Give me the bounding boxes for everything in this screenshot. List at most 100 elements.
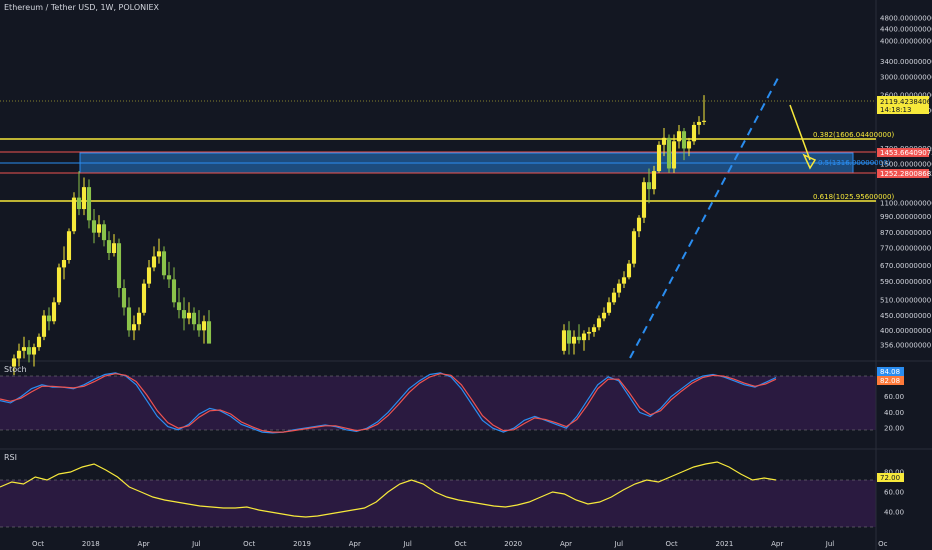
candle-body bbox=[676, 131, 682, 142]
chart-canvas[interactable]: 0.382(1606.04400000) 0.5(1316.00000000) … bbox=[0, 0, 932, 550]
candle-body bbox=[621, 277, 627, 284]
candle-body bbox=[691, 124, 697, 142]
candle-body bbox=[571, 336, 577, 344]
candle-body bbox=[96, 224, 102, 233]
time-tick-12: Oct bbox=[666, 540, 678, 548]
chart-title: Ethereum / Tether USD, 1W, POLONIEX bbox=[4, 3, 160, 12]
time-tick-6: Apr bbox=[349, 540, 361, 548]
candle-body bbox=[131, 324, 137, 331]
time-tick-3: Jul bbox=[191, 540, 201, 548]
price-tick-1: 4400.00000000 bbox=[880, 25, 932, 33]
price-tick-9: 1100.00000000 bbox=[880, 200, 932, 208]
price-tick-11: 870.00000000 bbox=[880, 229, 931, 237]
price-tick-4: 3000.00000000 bbox=[880, 74, 932, 82]
candle-body bbox=[21, 347, 27, 351]
candle-body bbox=[106, 240, 112, 254]
price-pane[interactable] bbox=[0, 0, 876, 360]
candle-body bbox=[66, 231, 72, 261]
price-axis[interactable]: 4800.00000000 4400.00000000 4000.00000000 3… bbox=[880, 15, 932, 350]
stoch-axis: 60.00 40.00 20.00 bbox=[884, 393, 904, 433]
level-badge-2-text: 1252.28008682 bbox=[880, 170, 932, 178]
price-tick-16: 450.00000000 bbox=[880, 312, 931, 320]
price-tick-17: 400.00000000 bbox=[880, 327, 931, 335]
rsi-pane-fill bbox=[0, 480, 876, 527]
stoch-tick-0: 60.00 bbox=[884, 393, 904, 401]
candle-body bbox=[591, 327, 597, 332]
candle-body bbox=[656, 144, 662, 172]
time-tick-1: 2018 bbox=[82, 540, 100, 548]
time-axis[interactable]: Oct 2018 Apr Jul Oct 2019 Apr Jul Oct 2020 Apr Jul O… bbox=[32, 540, 888, 548]
time-tick-13: 2021 bbox=[715, 540, 733, 548]
candle-body bbox=[56, 267, 62, 303]
candle-body bbox=[636, 217, 642, 232]
time-tick-8: Oct bbox=[454, 540, 466, 548]
time-tick-2: Apr bbox=[138, 540, 150, 548]
time-tick-10: Apr bbox=[560, 540, 572, 548]
candle-body bbox=[91, 220, 97, 233]
candle-body bbox=[141, 283, 147, 313]
candle-body bbox=[76, 197, 82, 210]
bar-countdown: 14:18:13 bbox=[880, 106, 911, 114]
candle-body bbox=[71, 197, 77, 232]
candle-body bbox=[156, 251, 162, 257]
candle-body bbox=[166, 275, 172, 280]
candle-body bbox=[176, 302, 182, 311]
last-price-value: 2119.42384065 bbox=[880, 98, 932, 106]
candle-body bbox=[151, 256, 157, 268]
stoch-pane-fill bbox=[0, 376, 876, 430]
candle-body bbox=[681, 131, 687, 149]
candle-body bbox=[186, 312, 192, 319]
candle-body bbox=[61, 260, 67, 268]
stoch-d-value: 82.08 bbox=[880, 377, 900, 385]
candle-body bbox=[701, 120, 707, 122]
candle-body bbox=[196, 324, 202, 331]
candle-body bbox=[81, 187, 87, 210]
candle-body bbox=[561, 330, 567, 351]
price-tick-2: 4000.00000000 bbox=[880, 37, 932, 45]
price-tick-18: 356.00000000 bbox=[880, 342, 931, 350]
candle-body bbox=[631, 231, 637, 264]
candle-body bbox=[661, 137, 667, 145]
candle-body bbox=[671, 141, 677, 169]
level-badge-1-text: 1453.66409072 bbox=[880, 149, 932, 157]
candle-body bbox=[31, 347, 37, 355]
candle-body bbox=[111, 243, 117, 254]
candle-body bbox=[51, 302, 57, 322]
time-tick-5: 2019 bbox=[293, 540, 311, 548]
rsi-value: 72.00 bbox=[880, 474, 900, 482]
candle-body bbox=[46, 315, 52, 322]
rsi-tick-2: 40.00 bbox=[884, 509, 904, 517]
candle-body bbox=[191, 312, 197, 325]
time-tick-15: Jul bbox=[825, 540, 835, 548]
candle-body bbox=[651, 171, 657, 190]
time-tick-9: 2020 bbox=[504, 540, 522, 548]
candle-body bbox=[696, 121, 702, 125]
candle-body bbox=[641, 182, 647, 218]
candle-body bbox=[101, 224, 107, 241]
price-tick-3: 3400.00000000 bbox=[880, 58, 932, 66]
candle-body bbox=[86, 187, 92, 221]
candle-body bbox=[586, 331, 592, 334]
candle-body bbox=[601, 312, 607, 319]
candle-body bbox=[126, 307, 132, 331]
candle-body bbox=[161, 251, 167, 276]
candle-body bbox=[566, 330, 572, 344]
candle-body bbox=[181, 310, 187, 319]
candle-body bbox=[596, 318, 602, 328]
rsi-label: RSI bbox=[4, 453, 17, 462]
stoch-tick-1: 40.00 bbox=[884, 409, 904, 417]
candle-body bbox=[201, 321, 207, 331]
candle-body bbox=[136, 312, 142, 325]
price-tick-8: 1500.00000000 bbox=[880, 161, 932, 169]
candle-body bbox=[626, 263, 632, 278]
candle-body bbox=[171, 279, 177, 303]
candle-body bbox=[16, 350, 22, 359]
time-tick-14: Apr bbox=[771, 540, 783, 548]
price-tick-15: 510.00000000 bbox=[880, 296, 931, 304]
stoch-tick-2: 20.00 bbox=[884, 425, 904, 433]
candle-body bbox=[611, 292, 617, 303]
candle-body bbox=[121, 288, 127, 308]
candle-body bbox=[41, 315, 47, 337]
candle-body bbox=[146, 267, 152, 284]
price-tick-13: 670.00000000 bbox=[880, 262, 931, 270]
